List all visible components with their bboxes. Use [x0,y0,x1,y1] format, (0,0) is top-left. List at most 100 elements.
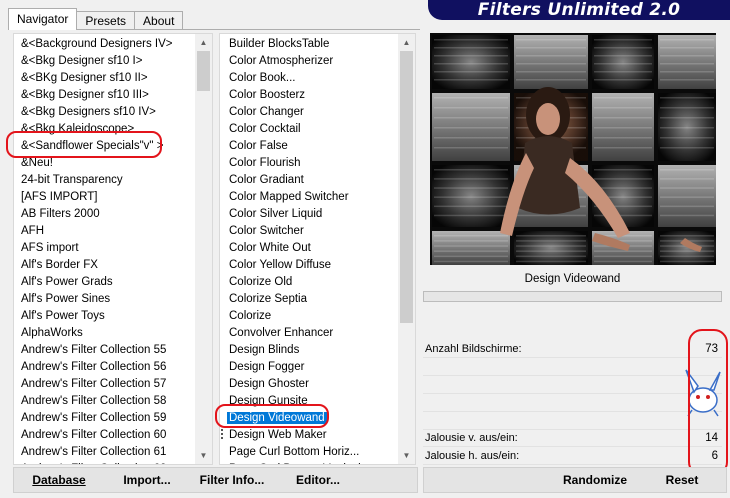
list-item[interactable]: Alf's Power Grads [14,274,194,291]
list-item[interactable]: Alf's Border FX [14,257,194,274]
list-item[interactable]: Andrew's Filter Collection 59 [14,410,194,427]
videowall-preview [430,33,716,265]
param-row[interactable] [423,394,722,412]
filter-info-button[interactable]: Filter Info... [198,468,266,492]
list-item[interactable]: Andrew's Filter Collection 60 [14,427,194,444]
param-row[interactable]: Anzahl Bildschirme: 73 [423,340,722,358]
list-item[interactable]: Page Curl Bottom Vertical [220,461,400,464]
tab-presets[interactable]: Presets [76,11,136,30]
list-item-label: Color White Out [229,242,311,254]
tab-about[interactable]: About [134,11,184,30]
reset-button[interactable]: Reset [660,468,704,492]
list-item[interactable]: Colorize Septia [220,291,400,308]
list-item[interactable]: &<Bkg Designer sf10 I> [14,53,194,70]
tab-bar: Navigator Presets About [8,8,184,30]
list-item[interactable]: Alf's Power Sines [14,291,194,308]
list-item[interactable]: Andrew's Filter Collection 56 [14,359,194,376]
list-item[interactable]: Color Silver Liquid [220,206,400,223]
list-item-label: &<Background Designers IV> [21,38,173,50]
list-item-label: AlphaWorks [21,327,83,339]
param-value[interactable]: 6 [712,450,718,462]
list-item[interactable]: Color Mapped Switcher [220,189,400,206]
category-scrollbar[interactable]: ▲ ▼ [195,34,212,464]
list-item-label: Alf's Power Toys [21,310,105,322]
scroll-up-arrow-icon[interactable]: ▲ [195,34,212,51]
list-item[interactable]: Builder BlocksTable [220,36,400,53]
list-item[interactable]: Andrew's Filter Collection 57 [14,376,194,393]
list-item[interactable]: AlphaWorks [14,325,194,342]
list-item[interactable]: AB Filters 2000 [14,206,194,223]
list-item[interactable]: &Neu! [14,155,194,172]
list-item[interactable]: Color Flourish [220,155,400,172]
list-item-label: Colorize Septia [229,293,307,305]
list-item[interactable]: &<BKg Designer sf10 II> [14,70,194,87]
list-item[interactable]: Design Web Maker [220,427,400,444]
param-row[interactable]: Jalousie h. aus/ein: 6 [423,447,722,465]
list-item[interactable]: Color Switcher [220,223,400,240]
list-item[interactable]: Andrew's Filter Collection 62 [14,461,194,464]
param-row[interactable]: Jalousie v. aus/ein: 14 [423,429,722,447]
list-item[interactable]: Colorize [220,308,400,325]
list-item[interactable]: Color Cocktail [220,121,400,138]
randomize-button[interactable]: Randomize [560,468,630,492]
list-item[interactable]: &<Sandflower Specials"v" > [14,138,194,155]
param-row[interactable] [423,412,722,430]
list-item[interactable]: &<Bkg Designers sf10 IV> [14,104,194,121]
scroll-up-arrow-icon[interactable]: ▲ [398,34,415,51]
list-item[interactable]: Color Changer [220,104,400,121]
list-item[interactable]: Design Gunsite [220,393,400,410]
list-item[interactable]: &<Bkg Designer sf10 III> [14,87,194,104]
list-item[interactable]: Colorize Old [220,274,400,291]
scroll-thumb[interactable] [197,51,210,91]
filter-list[interactable]: Builder BlocksTable Color Atmospherizer Co… [219,33,416,465]
list-item[interactable]: Convolver Enhancer [220,325,400,342]
filter-scrollbar[interactable]: ▲ ▼ [398,34,415,464]
list-item[interactable]: Design Videowand [220,410,400,427]
list-item[interactable]: Andrew's Filter Collection 61 [14,444,194,461]
list-item[interactable]: Andrew's Filter Collection 55 [14,342,194,359]
list-item[interactable]: Color False [220,138,400,155]
scroll-down-arrow-icon[interactable]: ▼ [398,447,415,464]
list-item[interactable]: Color Atmospherizer [220,53,400,70]
filter-items: Builder BlocksTable Color Atmospherizer Co… [220,36,400,464]
list-item-label: Color Flourish [229,157,301,169]
category-list[interactable]: &<Background Designers IV> &<Bkg Designer… [13,33,213,465]
list-item-label: Andrew's Filter Collection 57 [21,378,167,390]
database-button[interactable]: Database [24,468,94,492]
list-item[interactable]: &<Bkg Kaleidoscope> [14,121,194,138]
param-row[interactable] [423,358,722,376]
list-item-label: Color Atmospherizer [229,55,334,67]
list-item[interactable]: Color Gradiant [220,172,400,189]
scroll-down-arrow-icon[interactable]: ▼ [195,447,212,464]
preview-image [430,33,716,265]
param-value[interactable]: 14 [705,432,718,444]
list-item[interactable]: &<Background Designers IV> [14,36,194,53]
list-item[interactable]: AFH [14,223,194,240]
list-item[interactable]: [AFS IMPORT] [14,189,194,206]
list-item-label: Alf's Power Grads [21,276,113,288]
list-item[interactable]: AFS import [14,240,194,257]
list-item[interactable]: Design Ghoster [220,376,400,393]
list-item[interactable]: Andrew's Filter Collection 58 [14,393,194,410]
scroll-thumb[interactable] [400,51,413,323]
param-row[interactable] [423,376,722,394]
editor-button[interactable]: Editor... [292,468,344,492]
list-item[interactable]: Color White Out [220,240,400,257]
param-value[interactable]: 73 [705,343,718,355]
list-item-label: Color Cocktail [229,123,301,135]
list-item[interactable]: Design Fogger [220,359,400,376]
list-item-label: &<Bkg Kaleidoscope> [21,123,135,135]
bottom-toolbar-right: Randomize Reset [423,467,727,493]
list-item[interactable]: Color Book... [220,70,400,87]
list-item[interactable]: 24-bit Transparency [14,172,194,189]
list-item-label: Alf's Power Sines [21,293,111,305]
tab-navigator[interactable]: Navigator [8,8,78,30]
import-button[interactable]: Import... [114,468,180,492]
list-item[interactable]: Color Boosterz [220,87,400,104]
list-item[interactable]: Design Blinds [220,342,400,359]
list-item-label: Color Book... [229,72,296,84]
list-item[interactable]: Alf's Power Toys [14,308,194,325]
list-item-label: 24-bit Transparency [21,174,123,186]
list-item[interactable]: Color Yellow Diffuse [220,257,400,274]
list-item[interactable]: Page Curl Bottom Horiz... [220,444,400,461]
